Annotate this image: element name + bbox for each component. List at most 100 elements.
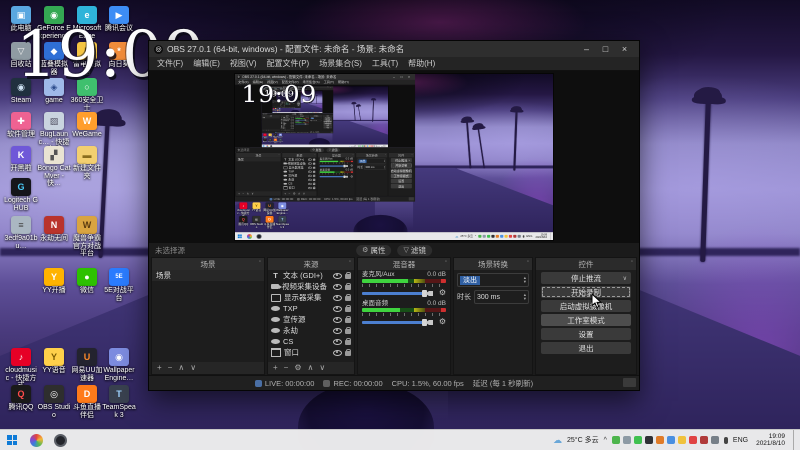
sources-toolbar-button[interactable]: −: [284, 364, 289, 372]
lock-icon[interactable]: [345, 327, 351, 334]
scenes-toolbar-button[interactable]: ∧: [178, 364, 184, 372]
source-item[interactable]: 窗口: [268, 347, 354, 358]
sources-toolbar-button[interactable]: +: [273, 364, 278, 372]
taskbar-app-wallpaper-engine[interactable]: [24, 430, 48, 450]
desktop-icon[interactable]: W WeGame: [70, 112, 104, 139]
lock-icon[interactable]: [345, 283, 351, 290]
maximize-button[interactable]: □: [596, 42, 615, 57]
tray-expand-icon[interactable]: ^: [604, 437, 607, 444]
desktop-icon[interactable]: ✚ 软件管理: [4, 112, 38, 139]
tray-icon[interactable]: [699, 436, 708, 444]
taskbar-clock[interactable]: 19:09 2021/8/10: [753, 433, 788, 447]
scenes-toolbar-button[interactable]: ∨: [190, 364, 196, 372]
obs-preview[interactable]: ▣ 此电脑 ◉ GeForce Experience e Microsoft Edge ▶ 腾…: [234, 73, 554, 241]
visibility-eye-icon[interactable]: [333, 305, 342, 312]
control-button[interactable]: 停止推流 ∨: [541, 272, 631, 284]
menu-item[interactable]: 视图(V): [225, 58, 262, 69]
transition-select[interactable]: 淡出 ▴ ▾: [457, 273, 529, 287]
input-language[interactable]: ENG: [733, 437, 748, 444]
tray-icon[interactable]: [644, 436, 653, 444]
sources-toolbar-button[interactable]: ⚙: [294, 364, 301, 372]
visibility-eye-icon[interactable]: [333, 294, 342, 301]
tray-icon[interactable]: [688, 436, 697, 444]
tray-icon[interactable]: [655, 436, 664, 444]
menu-item[interactable]: 场景集合(S): [314, 58, 367, 69]
desktop-icon[interactable]: U 网易UU加速器: [70, 348, 104, 382]
source-item[interactable]: TXP: [268, 303, 354, 314]
visibility-eye-icon[interactable]: [333, 327, 342, 334]
weather-label[interactable]: 25°C 多云: [567, 435, 599, 445]
visibility-eye-icon[interactable]: [333, 316, 342, 323]
speaker-icon[interactable]: [425, 290, 433, 296]
visibility-eye-icon[interactable]: [333, 349, 342, 356]
desktop-icon[interactable]: W 魔兽争霸官方对战平台: [70, 216, 104, 258]
desktop-icon[interactable]: ▬ 新建文件夹: [70, 146, 104, 180]
speaker-icon[interactable]: [425, 319, 433, 325]
tray-icon[interactable]: [710, 436, 719, 444]
tray-icon[interactable]: [622, 436, 631, 444]
desktop-icon[interactable]: ● 微信: [70, 268, 104, 295]
duration-spinbox[interactable]: 300 ms ▴ ▾: [474, 290, 529, 304]
minimize-button[interactable]: –: [577, 42, 596, 57]
menu-item[interactable]: 帮助(H): [403, 58, 440, 69]
control-button[interactable]: 退出: [541, 342, 631, 354]
tray-icon[interactable]: [666, 436, 675, 444]
tray-icon[interactable]: [611, 436, 620, 444]
lock-icon[interactable]: [345, 294, 351, 301]
channel-settings-gear-icon[interactable]: ⚙: [439, 318, 446, 326]
sources-toolbar-button[interactable]: ∨: [319, 364, 325, 372]
desktop-icon[interactable]: Y YY开播: [37, 268, 71, 295]
desktop-icon[interactable]: G Logitech G HUB: [4, 178, 38, 212]
start-button[interactable]: [0, 430, 24, 450]
obs-titlebar[interactable]: ◎ OBS 27.0.1 (64-bit, windows) - 配置文件: 未…: [149, 41, 639, 57]
channel-settings-gear-icon[interactable]: ⚙: [439, 289, 446, 297]
scenes-toolbar-button[interactable]: +: [157, 364, 162, 372]
desktop-icon[interactable]: Q 腾讯QQ: [4, 385, 38, 412]
desktop-icon[interactable]: ◎ OBS Studio: [37, 385, 71, 419]
control-button[interactable]: 设置: [541, 328, 631, 340]
desktop-icon[interactable]: ◉ Wallpaper Engine…: [102, 348, 136, 382]
desktop-icon[interactable]: N 永劫无间: [37, 216, 71, 243]
desktop-icon[interactable]: ▞ Bongo Cat Mver - 快…: [37, 146, 71, 188]
chevron-down-icon[interactable]: ∨: [623, 275, 627, 282]
volume-slider[interactable]: [362, 289, 427, 297]
volume-slider[interactable]: [362, 318, 427, 326]
desktop-icon[interactable]: D 斗鱼直播伴侣: [70, 385, 104, 419]
desktop-icon[interactable]: 5E 5E对战平台: [102, 268, 136, 302]
scenes-toolbar-button[interactable]: −: [168, 364, 173, 372]
filters-button[interactable]: ▽ 滤镜: [397, 244, 432, 256]
scene-item[interactable]: 场景: [152, 270, 264, 281]
source-item[interactable]: T 文本 (GDI+): [268, 270, 354, 281]
menu-item[interactable]: 配置文件(P): [262, 58, 315, 69]
desktop-icon[interactable]: T TeamSpeak 3: [102, 385, 136, 419]
source-item[interactable]: 显示器采集: [268, 292, 354, 303]
desktop-icon[interactable]: Y YY语音: [37, 348, 71, 375]
taskbar-app-obs[interactable]: [48, 430, 72, 450]
lock-icon[interactable]: [345, 349, 351, 356]
visibility-eye-icon[interactable]: [333, 338, 342, 345]
desktop-icon[interactable]: K 开黑啦: [4, 146, 38, 173]
menu-item[interactable]: 文件(F): [152, 58, 188, 69]
lock-icon[interactable]: [345, 272, 351, 279]
menu-item[interactable]: 编辑(E): [188, 58, 225, 69]
close-button[interactable]: ×: [615, 42, 634, 57]
tray-icon[interactable]: [677, 436, 686, 444]
show-desktop-button[interactable]: [793, 430, 798, 450]
source-item[interactable]: CS: [268, 336, 354, 347]
lock-icon[interactable]: [345, 316, 351, 323]
control-button[interactable]: 工作室模式: [541, 314, 631, 326]
properties-button[interactable]: ⚙ 属性: [356, 244, 392, 256]
source-item[interactable]: 永劫: [268, 325, 354, 336]
desktop-icon[interactable]: ≡ 3edf9a01bu…: [4, 216, 38, 250]
microphone-tray-icon[interactable]: [723, 436, 728, 444]
source-item[interactable]: 宣传源: [268, 314, 354, 325]
sources-toolbar-button[interactable]: ∧: [308, 364, 314, 372]
resize-grip[interactable]: [623, 378, 636, 387]
visibility-eye-icon[interactable]: [333, 272, 342, 279]
control-button[interactable]: 开始录制: [541, 286, 631, 298]
control-button[interactable]: 启动虚拟摄像机: [541, 300, 631, 312]
tray-icon[interactable]: [633, 436, 642, 444]
menu-item[interactable]: 工具(T): [367, 58, 403, 69]
visibility-eye-icon[interactable]: [333, 283, 342, 290]
desktop-icon[interactable]: ♪cloudmusic - 快捷方式: [4, 348, 38, 390]
